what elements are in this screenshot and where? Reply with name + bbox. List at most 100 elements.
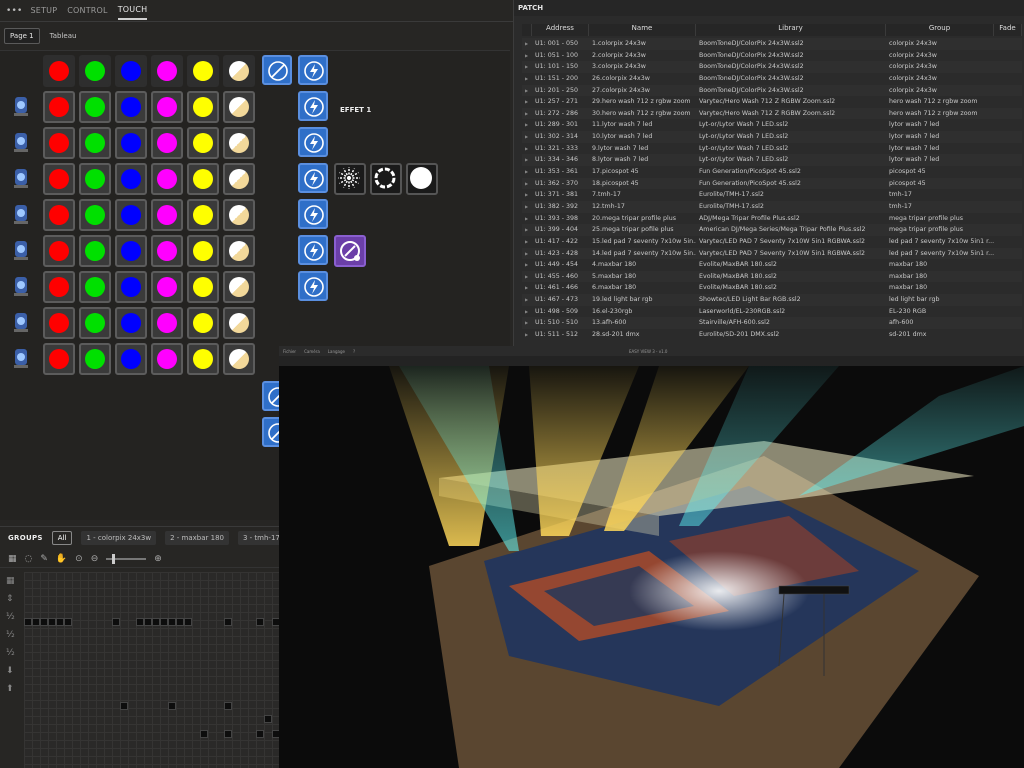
color-preset-button[interactable]	[43, 235, 75, 267]
group-block[interactable]	[32, 618, 40, 626]
column-library[interactable]: Library	[696, 24, 886, 36]
group-block[interactable]	[184, 618, 192, 626]
strobe-icon[interactable]	[298, 271, 328, 301]
table-row[interactable]: ▶ U1: 449 - 454 4.maxbar 180 Evolite/MaxBAR…	[522, 259, 1022, 271]
expand-icon[interactable]: ▶	[522, 224, 532, 236]
group-tab[interactable]: 1 - colorpix 24x3w	[81, 530, 157, 545]
color-preset-button[interactable]	[187, 307, 219, 339]
tableau-button[interactable]: Tableau	[44, 28, 83, 44]
group-tab[interactable]: 3 - tmh-17	[237, 530, 285, 545]
tab-touch[interactable]: TOUCH	[117, 1, 148, 20]
color-preset-button[interactable]	[79, 271, 111, 303]
expand-icon[interactable]: ▶	[522, 259, 532, 271]
effect-edit-icon[interactable]	[334, 235, 366, 267]
expand-icon[interactable]: ▶	[522, 143, 532, 155]
group-block[interactable]	[136, 618, 144, 626]
table-row[interactable]: ▶ U1: 001 - 050 1.colorpix 24x3w BoomToneDJ…	[522, 38, 1022, 50]
color-preset-button[interactable]	[79, 55, 111, 87]
white-flash-icon[interactable]	[406, 163, 438, 195]
fraction-icon[interactable]: ½	[6, 612, 22, 622]
zoom-slider[interactable]	[106, 553, 147, 564]
menu-file[interactable]: Fichier	[283, 349, 296, 354]
strobe-icon[interactable]	[298, 199, 328, 229]
table-row[interactable]: ▶ U1: 417 - 422 15.led pad 7 seventy 7x10w…	[522, 236, 1022, 248]
group-block[interactable]	[168, 618, 176, 626]
color-preset-button[interactable]	[151, 127, 183, 159]
color-preset-button[interactable]	[187, 163, 219, 195]
grid-icon[interactable]: ▦	[8, 554, 17, 564]
table-row[interactable]: ▶ U1: 257 - 271 29.hero wash 712 z rgbw zo…	[522, 96, 1022, 108]
expand-icon[interactable]: ▶	[522, 61, 532, 73]
grid-small-icon[interactable]: ▦	[6, 576, 22, 586]
group-block[interactable]	[112, 618, 120, 626]
color-preset-button[interactable]	[223, 163, 255, 195]
color-preset-button[interactable]	[187, 343, 219, 375]
expand-icon[interactable]: ▶	[522, 329, 532, 341]
3d-visualizer[interactable]: Fichier Caméra Langage ? EASY VIEW 3 - v…	[279, 346, 1024, 768]
color-preset-button[interactable]	[223, 271, 255, 303]
expand-icon[interactable]: ▶	[522, 306, 532, 318]
color-preset-button[interactable]	[115, 91, 147, 123]
table-row[interactable]: ▶ U1: 498 - 509 16.el-230rgb Laserworld/EL-…	[522, 306, 1022, 318]
expand-icon[interactable]: ▶	[522, 178, 532, 190]
table-row[interactable]: ▶ U1: 399 - 404 25.mega tripar pofile plus…	[522, 224, 1022, 236]
fraction-icon[interactable]: ½	[6, 648, 22, 658]
group-block[interactable]	[120, 702, 128, 710]
expand-icon[interactable]: ▶	[522, 317, 532, 329]
group-block[interactable]	[264, 715, 272, 723]
page-1-button[interactable]: Page 1	[4, 28, 40, 44]
group-block[interactable]	[64, 618, 72, 626]
column-address[interactable]: Address	[532, 24, 589, 36]
expand-icon[interactable]: ▶	[522, 131, 532, 143]
column-fade[interactable]: Fade	[994, 24, 1022, 36]
group-block[interactable]	[224, 702, 232, 710]
groups-layout-grid[interactable]	[24, 572, 280, 768]
color-preset-button[interactable]	[151, 271, 183, 303]
table-row[interactable]: ▶ U1: 510 - 510 13.afh-600 Stairville/AFH-6…	[522, 317, 1022, 330]
tab-setup[interactable]: SETUP	[31, 2, 58, 19]
strobe-icon[interactable]	[298, 55, 328, 85]
color-preset-button[interactable]	[79, 163, 111, 195]
table-row[interactable]: ▶ U1: 302 - 314 10.lytor wash 7 led Lyt-or/…	[522, 131, 1022, 143]
color-preset-button[interactable]	[223, 91, 255, 123]
column-group[interactable]: Group	[886, 24, 994, 36]
select-icon[interactable]: ✎	[40, 554, 48, 564]
color-preset-button[interactable]	[43, 163, 75, 195]
blackout-icon[interactable]	[262, 55, 292, 85]
color-preset-button[interactable]	[151, 199, 183, 231]
color-preset-button[interactable]	[187, 91, 219, 123]
expand-icon[interactable]: ▶	[522, 108, 532, 120]
table-row[interactable]: ▶ U1: 051 - 100 2.colorpix 24x3w BoomToneDJ…	[522, 50, 1022, 62]
group-tab[interactable]: 2 - maxbar 180	[165, 530, 229, 545]
table-row[interactable]: ▶ U1: 382 - 392 12.tmh-17 Eurolite/TMH-17.s…	[522, 200, 1022, 213]
table-row[interactable]: ▶ U1: 101 - 150 3.colorpix 24x3w BoomToneDJ…	[522, 61, 1022, 73]
table-row[interactable]: ▶ U1: 455 - 460 5.maxbar 180 Evolite/MaxBAR…	[522, 270, 1022, 283]
zoom-out-icon[interactable]: ⊖	[91, 554, 99, 564]
menu-help[interactable]: ?	[353, 349, 355, 354]
color-preset-button[interactable]	[79, 307, 111, 339]
color-preset-button[interactable]	[223, 307, 255, 339]
group-block[interactable]	[152, 618, 160, 626]
color-preset-button[interactable]	[115, 163, 147, 195]
color-preset-button[interactable]	[115, 199, 147, 231]
expand-icon[interactable]: ▶	[522, 213, 532, 225]
expand-icon[interactable]: ▶	[522, 294, 532, 306]
color-preset-button[interactable]	[187, 235, 219, 267]
strobe-icon[interactable]	[298, 91, 328, 121]
expand-icon[interactable]: ▶	[522, 119, 532, 131]
expand-icon[interactable]: ▶	[522, 189, 532, 201]
expand-icon[interactable]: ▶	[522, 236, 532, 248]
color-preset-button[interactable]	[151, 91, 183, 123]
table-row[interactable]: ▶ U1: 423 - 428 14.led pad 7 seventy 7x10w…	[522, 247, 1022, 260]
group-block[interactable]	[48, 618, 56, 626]
group-block[interactable]	[256, 730, 264, 738]
color-preset-button[interactable]	[43, 127, 75, 159]
table-row[interactable]: ▶ U1: 371 - 381 7.tmh-17 Eurolite/TMH-17.ss…	[522, 189, 1022, 201]
color-preset-button[interactable]	[151, 343, 183, 375]
expand-icon[interactable]: ▶	[522, 73, 532, 85]
table-row[interactable]: ▶ U1: 201 - 250 27.colorpix 24x3w BoomToneD…	[522, 84, 1022, 97]
color-preset-button[interactable]	[43, 199, 75, 231]
group-block[interactable]	[144, 618, 152, 626]
color-preset-button[interactable]	[223, 55, 255, 87]
color-preset-button[interactable]	[151, 163, 183, 195]
